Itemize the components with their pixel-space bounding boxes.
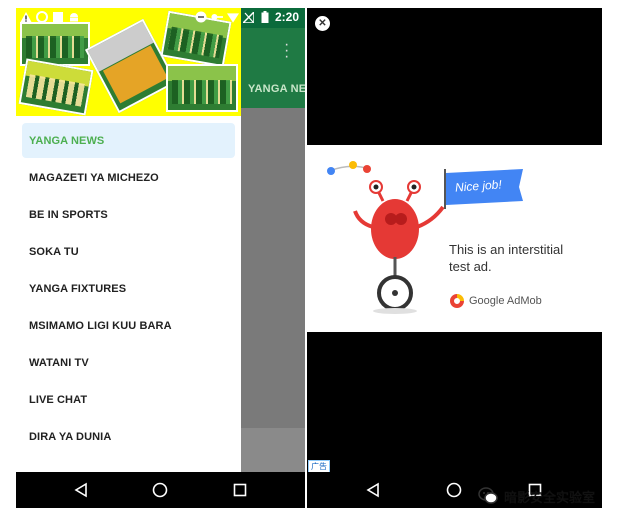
team-photo-4 <box>18 58 94 116</box>
drawer-item-yanga-fixtures[interactable]: YANGA FIXTURES <box>16 270 241 307</box>
drawer-item-label: LIVE CHAT <box>29 393 88 406</box>
key-icon <box>211 11 223 23</box>
admob-logo-icon <box>450 294 464 308</box>
back-icon[interactable] <box>363 480 383 500</box>
drawer-item-label: WATANI TV <box>29 356 89 369</box>
status-time: 2:20 <box>274 10 299 24</box>
drawer-menu-list: YANGA NEWS MAGAZETI YA MICHEZO BE IN SPO… <box>16 122 241 455</box>
sync-icon <box>36 11 48 23</box>
drawer-item-label: YANGA NEWS <box>29 134 105 147</box>
ad-message-line1: This is an interstitial <box>449 242 564 257</box>
interstitial-ad-card[interactable]: Nice job! This is an interstitial test a… <box>307 145 602 332</box>
recents-icon[interactable] <box>230 480 250 500</box>
drawer-item-live-chat[interactable]: LIVE CHAT <box>16 381 241 418</box>
admob-brand-text: Google AdMob <box>469 295 542 307</box>
drawer-item-label: MAGAZETI YA MICHEZO <box>29 171 159 184</box>
team-photo-5 <box>166 64 238 112</box>
no-signal-icon <box>243 11 255 23</box>
wechat-icon <box>478 487 498 504</box>
drawer-item-dira-ya-dunia[interactable]: DIRA YA DUNIA <box>16 418 241 455</box>
watermark-text: 暗影安全实验室 <box>504 489 596 505</box>
drawer-item-label: SOKA TU <box>29 245 79 258</box>
ad-message: This is an interstitial test ad. <box>449 241 599 275</box>
drawer-item-be-in-sports[interactable]: BE IN SPORTS <box>16 196 241 233</box>
square-icon <box>52 11 64 23</box>
wifi-icon <box>226 11 239 23</box>
drawer-item-yanga-news[interactable]: YANGA NEWS <box>22 123 235 158</box>
right-phone-screen: ✕ Nice job! This is an interstitial test… <box>307 8 602 508</box>
home-icon[interactable] <box>150 480 170 500</box>
toolbar-background <box>241 28 305 108</box>
scrim-bottom <box>241 428 305 472</box>
admob-branding: Google AdMob <box>449 293 542 309</box>
app-title: YANGA NEWS <box>248 83 305 95</box>
status-bar: 2:20 <box>16 8 305 27</box>
robot-unicycle-illustration <box>327 161 445 314</box>
android-icon <box>68 11 80 23</box>
warning-icon <box>20 11 32 23</box>
overflow-menu-icon[interactable]: · · · <box>284 37 289 65</box>
close-ad-button[interactable]: ✕ <box>315 16 330 31</box>
drawer-item-magazeti[interactable]: MAGAZETI YA MICHEZO <box>16 159 241 196</box>
home-icon[interactable] <box>444 480 464 500</box>
left-phone-screen: ··· YANGA NEWS YANGA NEWS MAGAZETI YA MI… <box>16 8 305 508</box>
navigation-drawer: YANGA NEWS MAGAZETI YA MICHEZO BE IN SPO… <box>16 8 241 472</box>
dnd-icon <box>195 11 207 23</box>
battery-icon <box>259 11 271 23</box>
drawer-item-soka-tu[interactable]: SOKA TU <box>16 233 241 270</box>
drawer-scrim[interactable] <box>241 108 305 428</box>
drawer-item-watani-tv[interactable]: WATANI TV <box>16 344 241 381</box>
drawer-item-label: MSIMAMO LIGI KUU BARA <box>29 319 172 332</box>
team-photo-2 <box>84 18 178 114</box>
drawer-item-label: BE IN SPORTS <box>29 208 108 221</box>
drawer-item-label: DIRA YA DUNIA <box>29 430 112 443</box>
watermark: 暗影安全实验室 <box>478 486 595 506</box>
back-icon[interactable] <box>71 480 91 500</box>
drawer-item-label: YANGA FIXTURES <box>29 282 127 295</box>
navigation-bar <box>16 472 305 508</box>
ad-message-line2: test ad. <box>449 259 492 274</box>
drawer-item-msimamo[interactable]: MSIMAMO LIGI KUU BARA <box>16 307 241 344</box>
